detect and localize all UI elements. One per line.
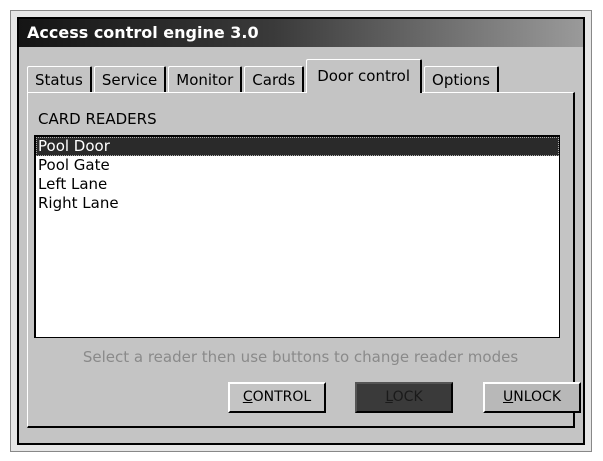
control-button[interactable]: CONTROL	[228, 382, 326, 413]
tab-monitor[interactable]: Monitor	[168, 66, 243, 93]
tab-label: Door control	[317, 67, 411, 85]
tab-door-control[interactable]: Door control	[306, 59, 423, 93]
instruction-text: Select a reader then use buttons to chan…	[82, 348, 519, 366]
title-bar: Access control engine 3.0	[19, 19, 583, 47]
unlock-mnemonic: U	[503, 389, 514, 405]
lock-button[interactable]: LOCK	[355, 382, 453, 413]
unlock-button[interactable]: UNLOCK	[483, 382, 581, 413]
tab-service[interactable]: Service	[93, 66, 167, 93]
control-mnemonic: C	[242, 389, 253, 405]
tab-cards[interactable]: Cards	[244, 66, 305, 93]
control-label-rest: ONTROL	[252, 389, 312, 405]
tab-label: Monitor	[176, 71, 234, 89]
app-window: Access control engine 3.0 Status Service…	[17, 17, 585, 445]
card-readers-label: CARD READERS	[38, 110, 157, 128]
window-title: Access control engine 3.0	[27, 23, 259, 42]
list-item[interactable]: Left Lane	[36, 175, 559, 194]
tab-options[interactable]: Options	[424, 66, 499, 93]
tab-status[interactable]: Status	[27, 66, 92, 93]
tab-label: Cards	[252, 71, 296, 89]
tab-strip: Status Service Monitor Cards Door contro…	[27, 57, 501, 93]
tab-label: Status	[35, 71, 83, 89]
list-item[interactable]: Right Lane	[36, 194, 559, 213]
tab-label: Service	[101, 71, 158, 89]
lock-mnemonic: L	[385, 389, 393, 405]
door-control-panel: CARD READERS Pool Door Pool Gate Left La…	[27, 92, 581, 428]
unlock-label-rest: NLOCK	[513, 389, 561, 405]
tab-label: Options	[432, 71, 490, 89]
list-item[interactable]: Pool Gate	[36, 156, 559, 175]
card-readers-list[interactable]: Pool Door Pool Gate Left Lane Right Lane	[34, 135, 560, 338]
lock-label-rest: OCK	[392, 389, 423, 405]
list-item[interactable]: Pool Door	[36, 137, 559, 156]
